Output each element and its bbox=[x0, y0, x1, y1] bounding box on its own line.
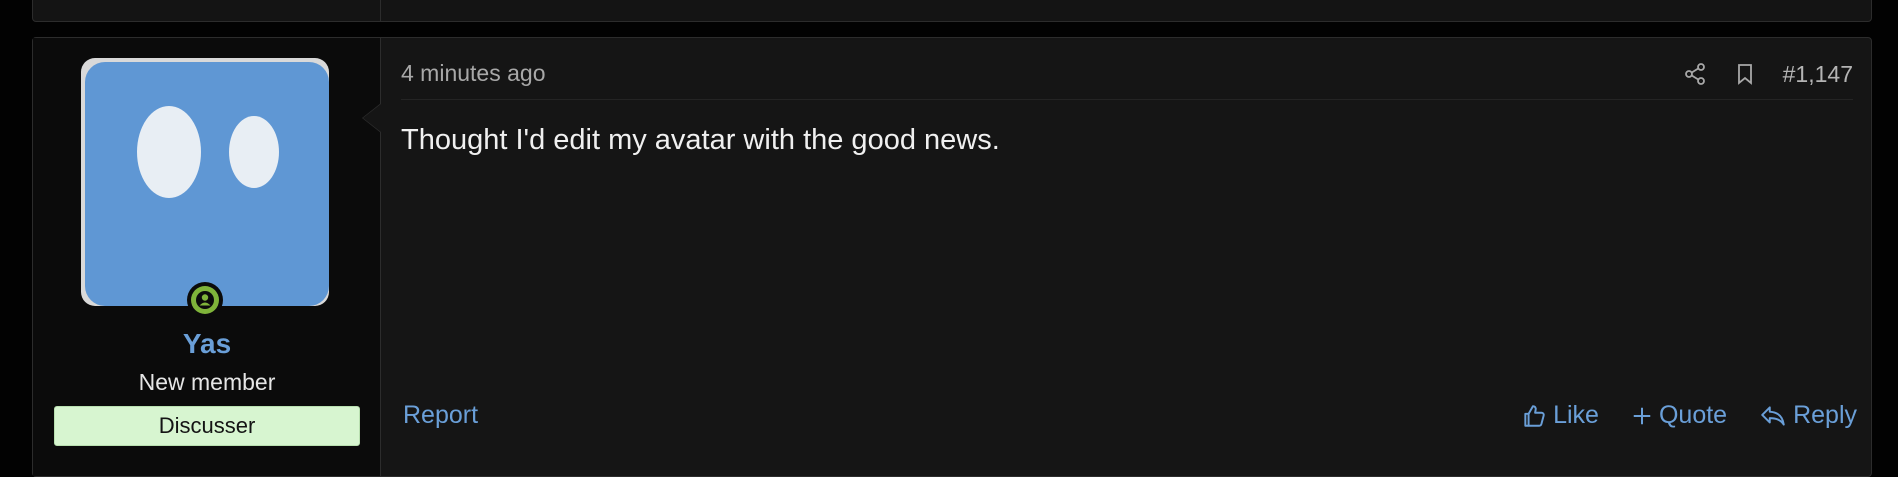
user-info-cell: Yas New member Discusser bbox=[33, 38, 381, 476]
thumbs-up-icon bbox=[1524, 404, 1545, 427]
bookmark-icon[interactable] bbox=[1733, 62, 1757, 86]
share-icon[interactable] bbox=[1683, 62, 1707, 86]
quote-button[interactable]: Quote bbox=[1631, 401, 1727, 430]
username[interactable]: Yas bbox=[33, 328, 381, 360]
post-footer: Report Like Quote Reply bbox=[401, 401, 1857, 441]
like-label: Like bbox=[1553, 401, 1599, 429]
message-cell: 4 minutes ago #1,147 Thought I'd edit my… bbox=[381, 38, 1871, 476]
plus-icon bbox=[1633, 407, 1651, 424]
quote-label: Quote bbox=[1658, 401, 1728, 429]
footer-actions: Like Quote Reply bbox=[1521, 401, 1857, 430]
avatar-left-eye bbox=[137, 106, 201, 198]
reply-label: Reply bbox=[1793, 401, 1857, 429]
post-timestamp[interactable]: 4 minutes ago bbox=[401, 60, 545, 87]
user-title: New member bbox=[138, 369, 276, 395]
online-status-icon bbox=[187, 282, 223, 318]
message-arrow bbox=[363, 104, 381, 132]
avatar[interactable] bbox=[81, 58, 329, 306]
avatar-image bbox=[85, 62, 329, 306]
post-number[interactable]: #1,147 bbox=[1783, 61, 1853, 88]
previous-post bbox=[32, 0, 1872, 22]
post-message: Thought I'd edit my avatar with the good… bbox=[401, 124, 1000, 156]
report-link[interactable]: Report bbox=[403, 401, 478, 430]
user-banner: Discusser bbox=[54, 406, 360, 446]
avatar-right-eye bbox=[229, 116, 279, 188]
reply-button[interactable]: Reply bbox=[1759, 401, 1857, 430]
previous-post-sidebar bbox=[33, 0, 381, 21]
like-button[interactable]: Like bbox=[1521, 401, 1599, 430]
reply-arrow-icon bbox=[1761, 405, 1785, 426]
header-actions: #1,147 bbox=[1683, 58, 1853, 90]
post-header: 4 minutes ago #1,147 bbox=[401, 56, 1853, 100]
post-container: Yas New member Discusser 4 minutes ago #… bbox=[32, 37, 1872, 477]
